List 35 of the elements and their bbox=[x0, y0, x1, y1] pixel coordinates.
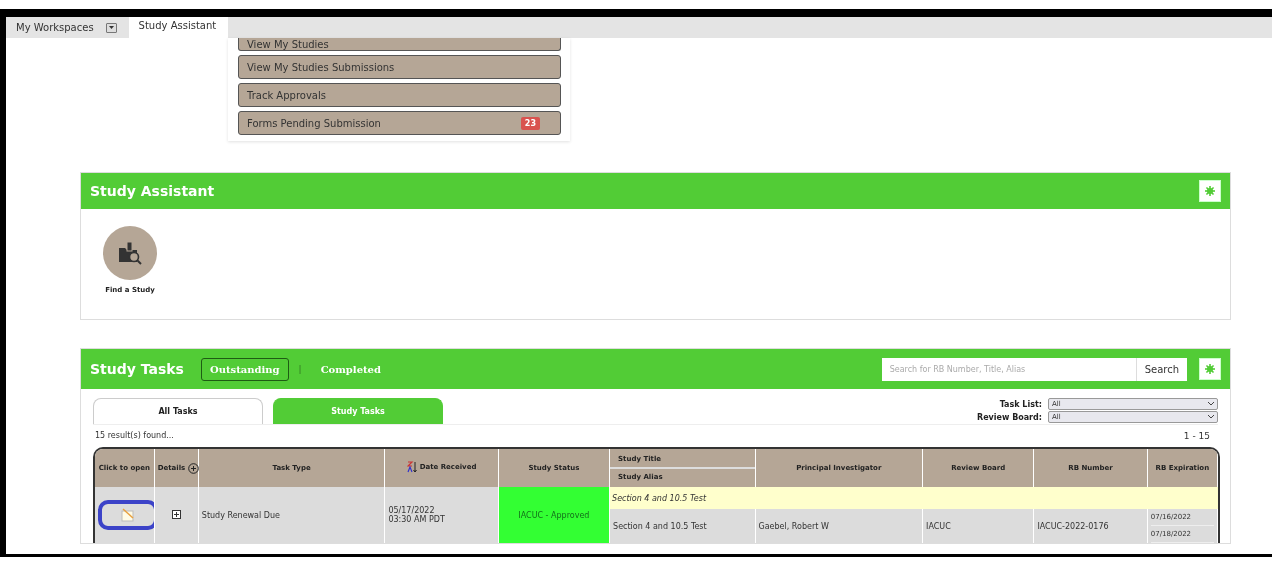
dropdown-icon[interactable] bbox=[105, 22, 117, 33]
status-cell: IACUC - Approved bbox=[498, 487, 610, 543]
date-text: 05/17/2022 bbox=[388, 506, 436, 515]
menu-button[interactable]: Track Approvals bbox=[238, 83, 561, 107]
workspace-tab[interactable]: Study Assistant bbox=[128, 17, 229, 38]
select-label: Task List: bbox=[998, 399, 1042, 409]
chevron-icon bbox=[1208, 402, 1214, 406]
title-cell: Section 4 and 10.5 Test bbox=[609, 487, 1218, 509]
result-count: 15 result(s) found... bbox=[95, 431, 174, 441]
search-field[interactable]: Search for RB Number, Title, Alias Search bbox=[881, 357, 1187, 381]
settings-icon bbox=[1205, 364, 1215, 374]
menu-button[interactable]: Forms Pending Submission 23 bbox=[238, 111, 561, 135]
table-cell: Section 4 and 10.5 Test bbox=[609, 509, 755, 543]
table-cell: IACUC-2022-0176 bbox=[1033, 509, 1148, 543]
task-tab[interactable]: All Tasks bbox=[93, 398, 263, 424]
document-icon bbox=[120, 508, 136, 522]
expand-icon[interactable] bbox=[171, 509, 181, 519]
table-cell: Study Renewal Due bbox=[198, 487, 385, 543]
panel-title: Study Tasks bbox=[90, 361, 184, 377]
folder-search-icon bbox=[117, 240, 143, 266]
page-range: 1 - 15 bbox=[1183, 431, 1210, 441]
menu-button[interactable]: View My Studies bbox=[238, 38, 561, 51]
date-text: 03:30 AM PDT bbox=[388, 515, 446, 524]
count-badge: 23 bbox=[520, 116, 540, 130]
panel-title: Study Assistant bbox=[90, 183, 215, 199]
plus-circle-icon[interactable] bbox=[188, 462, 200, 474]
select-label: Review Board: bbox=[977, 412, 1042, 422]
separator-text: | bbox=[298, 364, 302, 374]
sort-icon[interactable] bbox=[406, 461, 417, 473]
menu-button[interactable]: View My Studies Submissions bbox=[238, 55, 561, 79]
chevron-icon bbox=[1208, 415, 1214, 419]
table-cell: IACUC bbox=[922, 509, 1034, 543]
table-cell: Gaebel, Robert W bbox=[755, 509, 923, 543]
settings-icon bbox=[1205, 186, 1215, 196]
shortcut-button[interactable] bbox=[103, 226, 157, 280]
